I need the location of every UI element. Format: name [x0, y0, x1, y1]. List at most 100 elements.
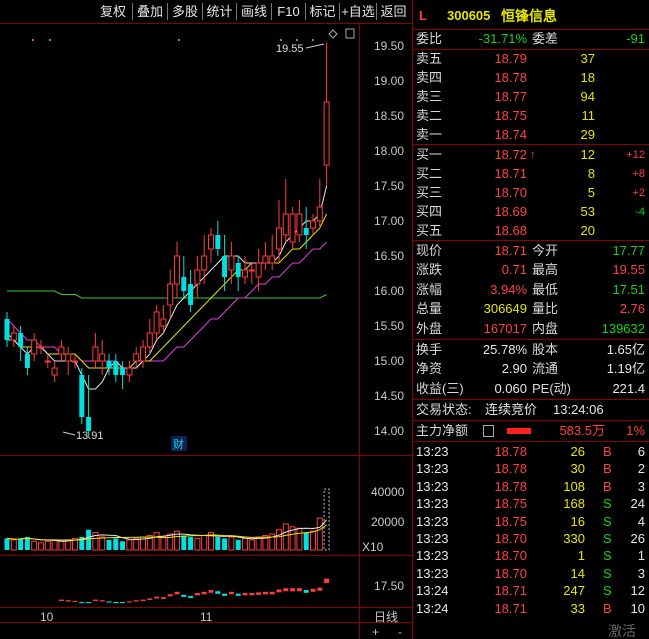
lower-bar: [215, 591, 221, 594]
candle-body: [79, 375, 85, 417]
tick-price: 18.78: [494, 461, 527, 477]
multi-stock-button[interactable]: 多股: [168, 2, 202, 21]
candle-body: [146, 332, 153, 348]
fund-value: 2.90: [501, 361, 527, 377]
candle-body: [262, 255, 269, 264]
back-button[interactable]: 返回: [377, 2, 410, 21]
buy-order-row: 买四 18.69 53 -4: [413, 203, 649, 221]
tick-price: 18.71: [494, 583, 527, 599]
list-icon[interactable]: [483, 425, 494, 437]
kline-chart-area[interactable]: 19.50 19.00 18.50 18.00 17.50 17.00 16.5…: [0, 24, 412, 639]
quote-row: 外盘 167017 内盘 139632: [413, 320, 649, 338]
fund-value: 25.78%: [482, 342, 527, 357]
lower-bar: [113, 602, 119, 604]
candle-body: [167, 283, 174, 306]
order-volume: 18: [580, 70, 595, 85]
candle-body: [10, 332, 17, 341]
tick-row: 13:23 18.75 168 S 24: [413, 495, 649, 512]
volume-unit: X10: [362, 540, 384, 554]
main-force-value: 583.5万: [559, 423, 605, 438]
tick-price: 18.70: [494, 565, 527, 581]
order-label: 买三: [416, 185, 443, 200]
fund-value: 1.19亿: [606, 361, 645, 377]
price-tick: 17.50: [374, 179, 404, 193]
lower-bar: [201, 591, 207, 595]
market-tag: L: [419, 8, 427, 23]
quote-label: 最低: [532, 281, 559, 297]
window-icon[interactable]: [345, 28, 355, 39]
order-volume: 94: [580, 89, 595, 104]
volume-bar: [310, 530, 316, 551]
lower-bar: [79, 602, 85, 604]
tick-price: 18.78: [494, 444, 527, 459]
volume-bar: [86, 529, 92, 550]
volume-bars: [4, 488, 330, 551]
candle-body: [140, 346, 146, 362]
fundamental-row: 收益(三) 0.060 PE(动) 221.4: [413, 380, 649, 398]
mark-button[interactable]: 标记: [306, 2, 339, 21]
volume-bar: [303, 532, 309, 550]
zoom-out-button[interactable]: -: [398, 625, 402, 639]
quote-value: 17.77: [612, 243, 645, 258]
lower-bar: [303, 590, 309, 593]
lower-bar: [310, 588, 316, 592]
quote-label: 涨跌: [416, 262, 443, 278]
lower-bar: [160, 597, 166, 599]
volume-bar: [113, 538, 119, 550]
quote-value: 18.71: [494, 243, 527, 258]
lower-bar: [58, 599, 64, 601]
tick-volume: 330: [563, 531, 585, 546]
tick-time: 13:23: [416, 565, 449, 581]
low-price-pointer: [62, 431, 76, 436]
volume-tick: 40000: [371, 485, 405, 499]
order-change: -4: [635, 206, 645, 218]
ma60-line: [7, 290, 327, 299]
candle-body: [72, 360, 78, 363]
candle-body: [153, 311, 160, 334]
tick-time: 13:24: [416, 600, 449, 616]
price-tick: 15.50: [374, 319, 404, 333]
diamond-icon[interactable]: [328, 29, 338, 39]
period-button[interactable]: 日线: [374, 610, 398, 624]
lower-bar: [324, 578, 330, 584]
fund-label: 净资: [416, 361, 443, 377]
volume-bar: [235, 539, 241, 550]
quote-value: 0.71: [501, 262, 527, 278]
volume-bar: [4, 538, 10, 550]
order-label: 买二: [416, 166, 443, 181]
candle-body: [208, 234, 214, 250]
finance-badge[interactable]: 财: [173, 437, 184, 451]
tick-price: 18.78: [494, 478, 527, 494]
volume-bar: [31, 540, 38, 551]
date-label: 11: [200, 610, 213, 624]
main-force-row[interactable]: 主力净额 583.5万 1%: [413, 422, 649, 440]
fuquan-button[interactable]: 复权: [95, 2, 131, 21]
quote-row: 总量 306649 量比 2.76: [413, 300, 649, 318]
high-price-label: 19.55: [276, 43, 304, 55]
draw-line-button[interactable]: 画线: [237, 2, 271, 21]
zoom-in-button[interactable]: +: [372, 625, 379, 639]
quote-value: 17.51: [612, 281, 645, 297]
kline-chart[interactable]: 19.50 19.00 18.50 18.00 17.50 17.00 16.5…: [0, 24, 412, 639]
order-price: 18.77: [494, 89, 527, 104]
candle-body: [44, 360, 51, 363]
volume-tick: 20000: [371, 515, 405, 529]
order-label: 卖五: [416, 51, 443, 66]
statistics-button[interactable]: 统计: [203, 2, 236, 21]
overlay-button[interactable]: 叠加: [133, 2, 167, 21]
tick-count: 6: [637, 444, 645, 459]
tick-side: S: [603, 548, 612, 564]
f10-button[interactable]: F10: [272, 2, 305, 21]
volume-bar: [276, 529, 282, 551]
price-tick: 15.00: [374, 354, 404, 368]
tick-time: 13:23: [416, 513, 449, 529]
volume-bar: [153, 532, 160, 551]
candle-body: [4, 319, 10, 340]
add-watchlist-button[interactable]: +自选: [340, 2, 376, 21]
quote-label: 最高: [532, 262, 559, 278]
order-volume: 37: [580, 51, 595, 66]
candle-body: [194, 269, 201, 285]
fund-value: 221.4: [612, 380, 645, 396]
stock-name: 恒锋信息: [501, 8, 557, 24]
order-volume: 5: [587, 185, 595, 200]
